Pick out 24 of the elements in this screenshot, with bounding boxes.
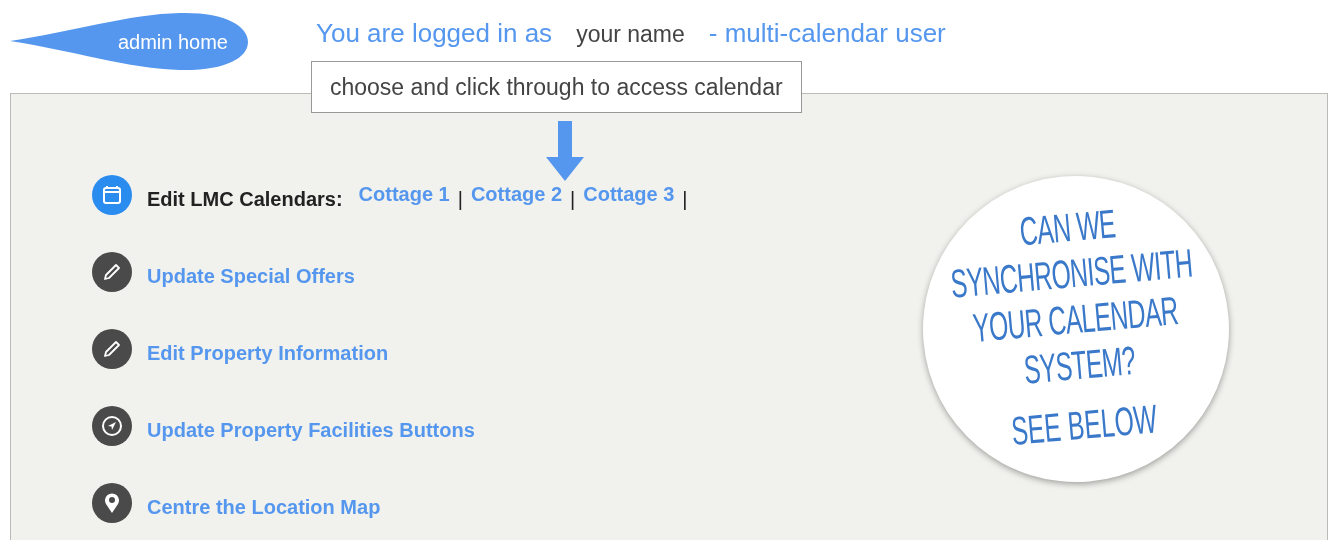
separator: | — [570, 187, 576, 212]
compass-icon — [92, 406, 132, 446]
down-arrow-icon — [546, 121, 584, 181]
menu-link[interactable]: Centre the Location Map — [147, 492, 381, 522]
separator: | — [682, 187, 688, 212]
cottage-link[interactable]: Cottage 2 — [470, 179, 563, 209]
menu-link[interactable]: Edit Property Information — [147, 338, 389, 368]
pencil-icon — [92, 252, 132, 292]
user-name: your name — [576, 20, 685, 49]
cottage-link[interactable]: Cottage 3 — [583, 179, 675, 209]
sync-question: CAN WE SYNCHRONISE WITH YOUR CALENDAR SYSTEM? — [947, 200, 1195, 394]
location-pin-icon — [92, 483, 132, 523]
separator: | — [457, 187, 463, 212]
menu-label: Edit LMC Calendars: — [147, 187, 343, 212]
user-role: - multi-calendar user — [708, 17, 946, 50]
cottage-link[interactable]: Cottage 1 — [358, 179, 450, 209]
menu-link[interactable]: Update Special Offers — [147, 261, 355, 291]
admin-home-button[interactable]: admin home — [10, 12, 250, 72]
instruction-callout: choose and click through to access calendar — [311, 61, 802, 113]
calendar-icon — [92, 175, 132, 215]
pencil-icon — [92, 329, 132, 369]
login-label: You are logged in as — [316, 17, 553, 50]
menu-link[interactable]: Update Property Facilities Buttons — [147, 415, 475, 445]
see-below-text: SEE BELOW — [1009, 395, 1160, 454]
